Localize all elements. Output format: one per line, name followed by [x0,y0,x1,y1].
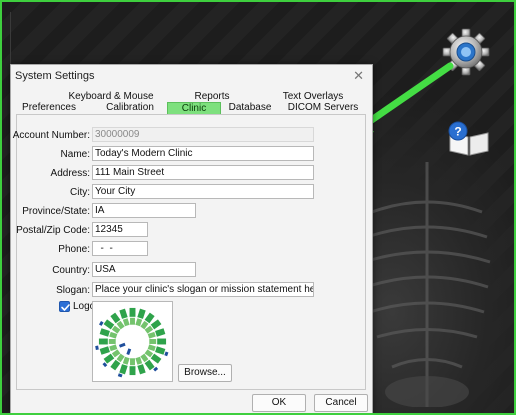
cancel-button[interactable]: Cancel [314,394,368,412]
address-field[interactable]: 111 Main Street [92,165,314,180]
postal-label: Postal/Zip Code: [16,225,90,236]
ok-button[interactable]: OK [252,394,306,412]
logo-preview [92,301,173,382]
name-field[interactable]: Today's Modern Clinic [92,146,314,161]
account-number-field: 30000009 [92,127,314,142]
clinic-logo-icon [95,307,169,378]
phone-label: Phone: [58,244,90,255]
postal-field[interactable]: 12345 [92,222,148,237]
checkmark-icon [61,304,70,311]
province-field[interactable]: IA [92,203,196,218]
address-label: Address: [50,168,90,179]
province-label: Province/State: [22,206,90,217]
logo-checkbox[interactable] [59,301,70,312]
slogan-label: Slogan: [56,285,90,296]
phone-field[interactable]: - - [92,241,148,256]
dialog-titlebar: System Settings ✕ [11,65,372,87]
country-field[interactable]: USA [92,262,196,277]
slogan-field[interactable]: Place your clinic's slogan or mission st… [92,282,314,297]
app-viewport: ? System Settings ✕ Keyboard & Mouse Rep… [0,0,516,415]
country-label: Country: [52,265,90,276]
dialog-title: System Settings [15,70,95,82]
name-label: Name: [60,149,90,160]
account-number-label: Account Number: [12,130,90,141]
city-label: City: [70,187,90,198]
city-field[interactable]: Your City [92,184,314,199]
close-icon[interactable]: ✕ [353,68,364,84]
browse-button[interactable]: Browse... [178,364,232,382]
skeleton-background-image [363,162,491,407]
